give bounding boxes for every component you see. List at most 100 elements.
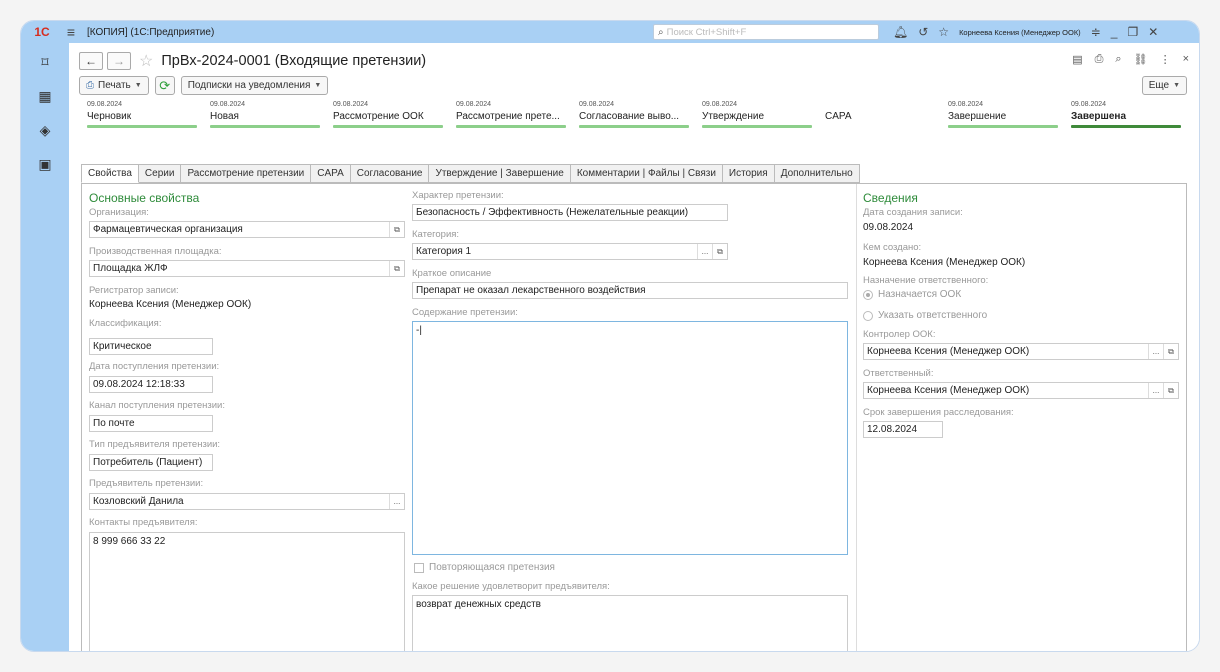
claimant-type-field[interactable]: Потребитель (Пациент) [89, 454, 213, 471]
tab-capa[interactable]: CAPA [311, 164, 351, 183]
select-ellipsis-button[interactable]: ... [697, 244, 712, 259]
open-icon[interactable]: ⧉ [1163, 383, 1178, 398]
stage-item[interactable]: CAPA [825, 101, 935, 128]
preview-icon[interactable]: ⌕ [1115, 53, 1121, 66]
nature-value: Безопасность / Эффективность (Нежелатель… [416, 207, 689, 218]
stage-progress [948, 125, 1058, 128]
content-textarea[interactable]: -| [412, 321, 848, 555]
short-description-field[interactable]: Препарат не оказал лекарственного воздей… [412, 282, 848, 299]
favorite-star-icon[interactable]: ☆ [139, 51, 153, 71]
radio-dot[interactable] [863, 289, 873, 300]
user-name[interactable]: Корнеева Ксения (Менеджер ООК) [959, 28, 1081, 37]
back-button[interactable]: ← [79, 52, 103, 70]
tab-review[interactable]: Рассмотрение претензии [181, 164, 312, 183]
stage-item[interactable]: 09.08.2024 Рассмотрение прете... [456, 101, 566, 128]
favorites-icon[interactable]: ☆ [938, 25, 949, 39]
restore-icon[interactable]: ❐ [1127, 25, 1138, 39]
chevron-down-icon: ▼ [1173, 82, 1180, 89]
stage-item-current[interactable]: 09.08.2024 Завершена [1071, 101, 1181, 128]
decision-textarea[interactable]: возврат денежных средств [412, 595, 848, 651]
search-icon: ⌕ [658, 26, 664, 38]
controller-value: Корнеева Ксения (Менеджер ООК) [867, 346, 1030, 357]
info-title: Сведения [863, 191, 918, 205]
category-field[interactable]: Категория 1 ... ⧉ [412, 243, 728, 260]
stage-item[interactable]: 09.08.2024 Черновик [87, 101, 197, 128]
tab-history[interactable]: История [722, 164, 775, 183]
presentation-icon[interactable]: ▣ [36, 155, 54, 173]
assign-ook-radio[interactable]: Назначается ООК [863, 289, 961, 300]
checkbox-box[interactable] [414, 562, 424, 573]
app-window: 1С ≡ [КОПИЯ] (1С:Предприятие) ⌕ Поиск Ct… [20, 20, 1200, 652]
deadline-field[interactable]: 12.08.2024 [863, 421, 943, 438]
subscriptions-button[interactable]: Подписки на уведомления ▼ [180, 76, 329, 95]
dashboard-icon[interactable]: ▦ [36, 87, 54, 105]
stage-date: 09.08.2024 [579, 101, 615, 108]
stage-name: CAPA [825, 111, 852, 122]
more-button[interactable]: Еще ▼ [1141, 76, 1187, 95]
more-vertical-icon[interactable]: ⋮ [1160, 53, 1171, 66]
close-doc-icon[interactable]: × [1183, 53, 1189, 66]
stage-item[interactable]: 09.08.2024 Утверждение [702, 101, 812, 128]
subscriptions-label: Подписки на уведомления [187, 80, 311, 91]
properties-panel: Основные свойства Организация: Фармацевт… [81, 183, 1187, 651]
open-icon[interactable]: ⧉ [389, 222, 404, 237]
search-input[interactable]: ⌕ Поиск Ctrl+Shift+F [653, 24, 879, 40]
assign-specify-radio[interactable]: Указать ответственного [863, 310, 987, 321]
column-divider [856, 184, 857, 651]
created-label: Дата создания записи: [863, 207, 963, 218]
stage-name: Черновик [87, 111, 132, 122]
menu-icon[interactable]: ≡ [63, 24, 79, 40]
decision-label: Какое решение удовлетворит предъявителя: [412, 581, 610, 592]
stage-item[interactable]: 09.08.2024 Завершение [948, 101, 1058, 128]
settings-icon[interactable]: ≑ [1091, 25, 1101, 39]
save-icon[interactable]: ▤ [1072, 53, 1082, 66]
open-icon[interactable]: ⧉ [389, 261, 404, 276]
link-icon[interactable]: ⛓ [1134, 53, 1148, 66]
contacts-textarea[interactable]: 8 999 666 33 22 [89, 532, 405, 651]
open-icon[interactable]: ⧉ [712, 244, 727, 259]
assign-specify-label: Указать ответственного [878, 310, 988, 321]
layers-icon[interactable]: ◈ [36, 121, 54, 139]
history-icon[interactable]: ↺ [918, 25, 928, 39]
toolbar: ⎙ Печать ▼ ⟳ Подписки на уведомления ▼ [79, 76, 329, 95]
org-label: Организация: [89, 207, 149, 218]
responsible-field[interactable]: Корнеева Ксения (Менеджер ООК) ... ⧉ [863, 382, 1179, 399]
category-value: Категория 1 [416, 246, 472, 257]
sidebar: ⌑ ▦ ◈ ▣ [21, 43, 69, 651]
tab-properties[interactable]: Свойства [81, 164, 139, 183]
site-field[interactable]: Площадка ЖЛФ ⧉ [89, 260, 405, 277]
stage-date: 09.08.2024 [87, 101, 123, 108]
controller-field[interactable]: Корнеева Ксения (Менеджер ООК) ... ⧉ [863, 343, 1179, 360]
print-icon[interactable]: ⎙ [1095, 53, 1104, 66]
tab-comments[interactable]: Комментарии | Файлы | Связи [570, 164, 723, 183]
select-ellipsis-button[interactable]: ... [1148, 344, 1163, 359]
forward-button[interactable]: → [107, 52, 131, 70]
select-ellipsis-button[interactable]: ... [389, 494, 404, 509]
top-icons: 🔔︎ ↺ ☆ Корнеева Ксения (Менеджер ООК) ≑ … [893, 21, 1158, 43]
radio-dot[interactable] [863, 310, 873, 321]
tab-series[interactable]: Серии [138, 164, 182, 183]
classification-field[interactable]: Критическое [89, 338, 213, 355]
tab-additional[interactable]: Дополнительно [774, 164, 860, 183]
print-button[interactable]: ⎙ Печать ▼ [79, 76, 149, 95]
close-icon[interactable]: ✕ [1148, 25, 1158, 39]
org-field[interactable]: Фармацевтическая организация ⧉ [89, 221, 405, 238]
tab-confirmation[interactable]: Утверждение | Завершение [429, 164, 571, 183]
open-icon[interactable]: ⧉ [1163, 344, 1178, 359]
select-ellipsis-button[interactable]: ... [1148, 383, 1163, 398]
channel-field[interactable]: По почте [89, 415, 213, 432]
stage-item[interactable]: 09.08.2024 Новая [210, 101, 320, 128]
stage-item[interactable]: 09.08.2024 Согласование выво... [579, 101, 689, 128]
bookmark-icon[interactable]: ⌑ [36, 53, 54, 71]
tab-approval[interactable]: Согласование [350, 164, 430, 183]
chevron-down-icon: ▼ [134, 82, 142, 89]
receipt-date-field[interactable]: 09.08.2024 12:18:33 [89, 376, 213, 393]
stage-item[interactable]: 09.08.2024 Рассмотрение ООК [333, 101, 443, 128]
claimant-field[interactable]: Козловский Данила ... [89, 493, 405, 510]
repeat-checkbox[interactable]: Повторяющаяся претензия [414, 562, 555, 573]
bell-icon[interactable]: 🔔︎ [893, 25, 908, 39]
nature-field[interactable]: Безопасность / Эффективность (Нежелатель… [412, 204, 728, 221]
app-title: [КОПИЯ] (1С:Предприятие) [87, 26, 215, 38]
minimize-icon[interactable]: _ [1111, 25, 1118, 39]
refresh-button[interactable]: ⟳ [154, 76, 175, 95]
